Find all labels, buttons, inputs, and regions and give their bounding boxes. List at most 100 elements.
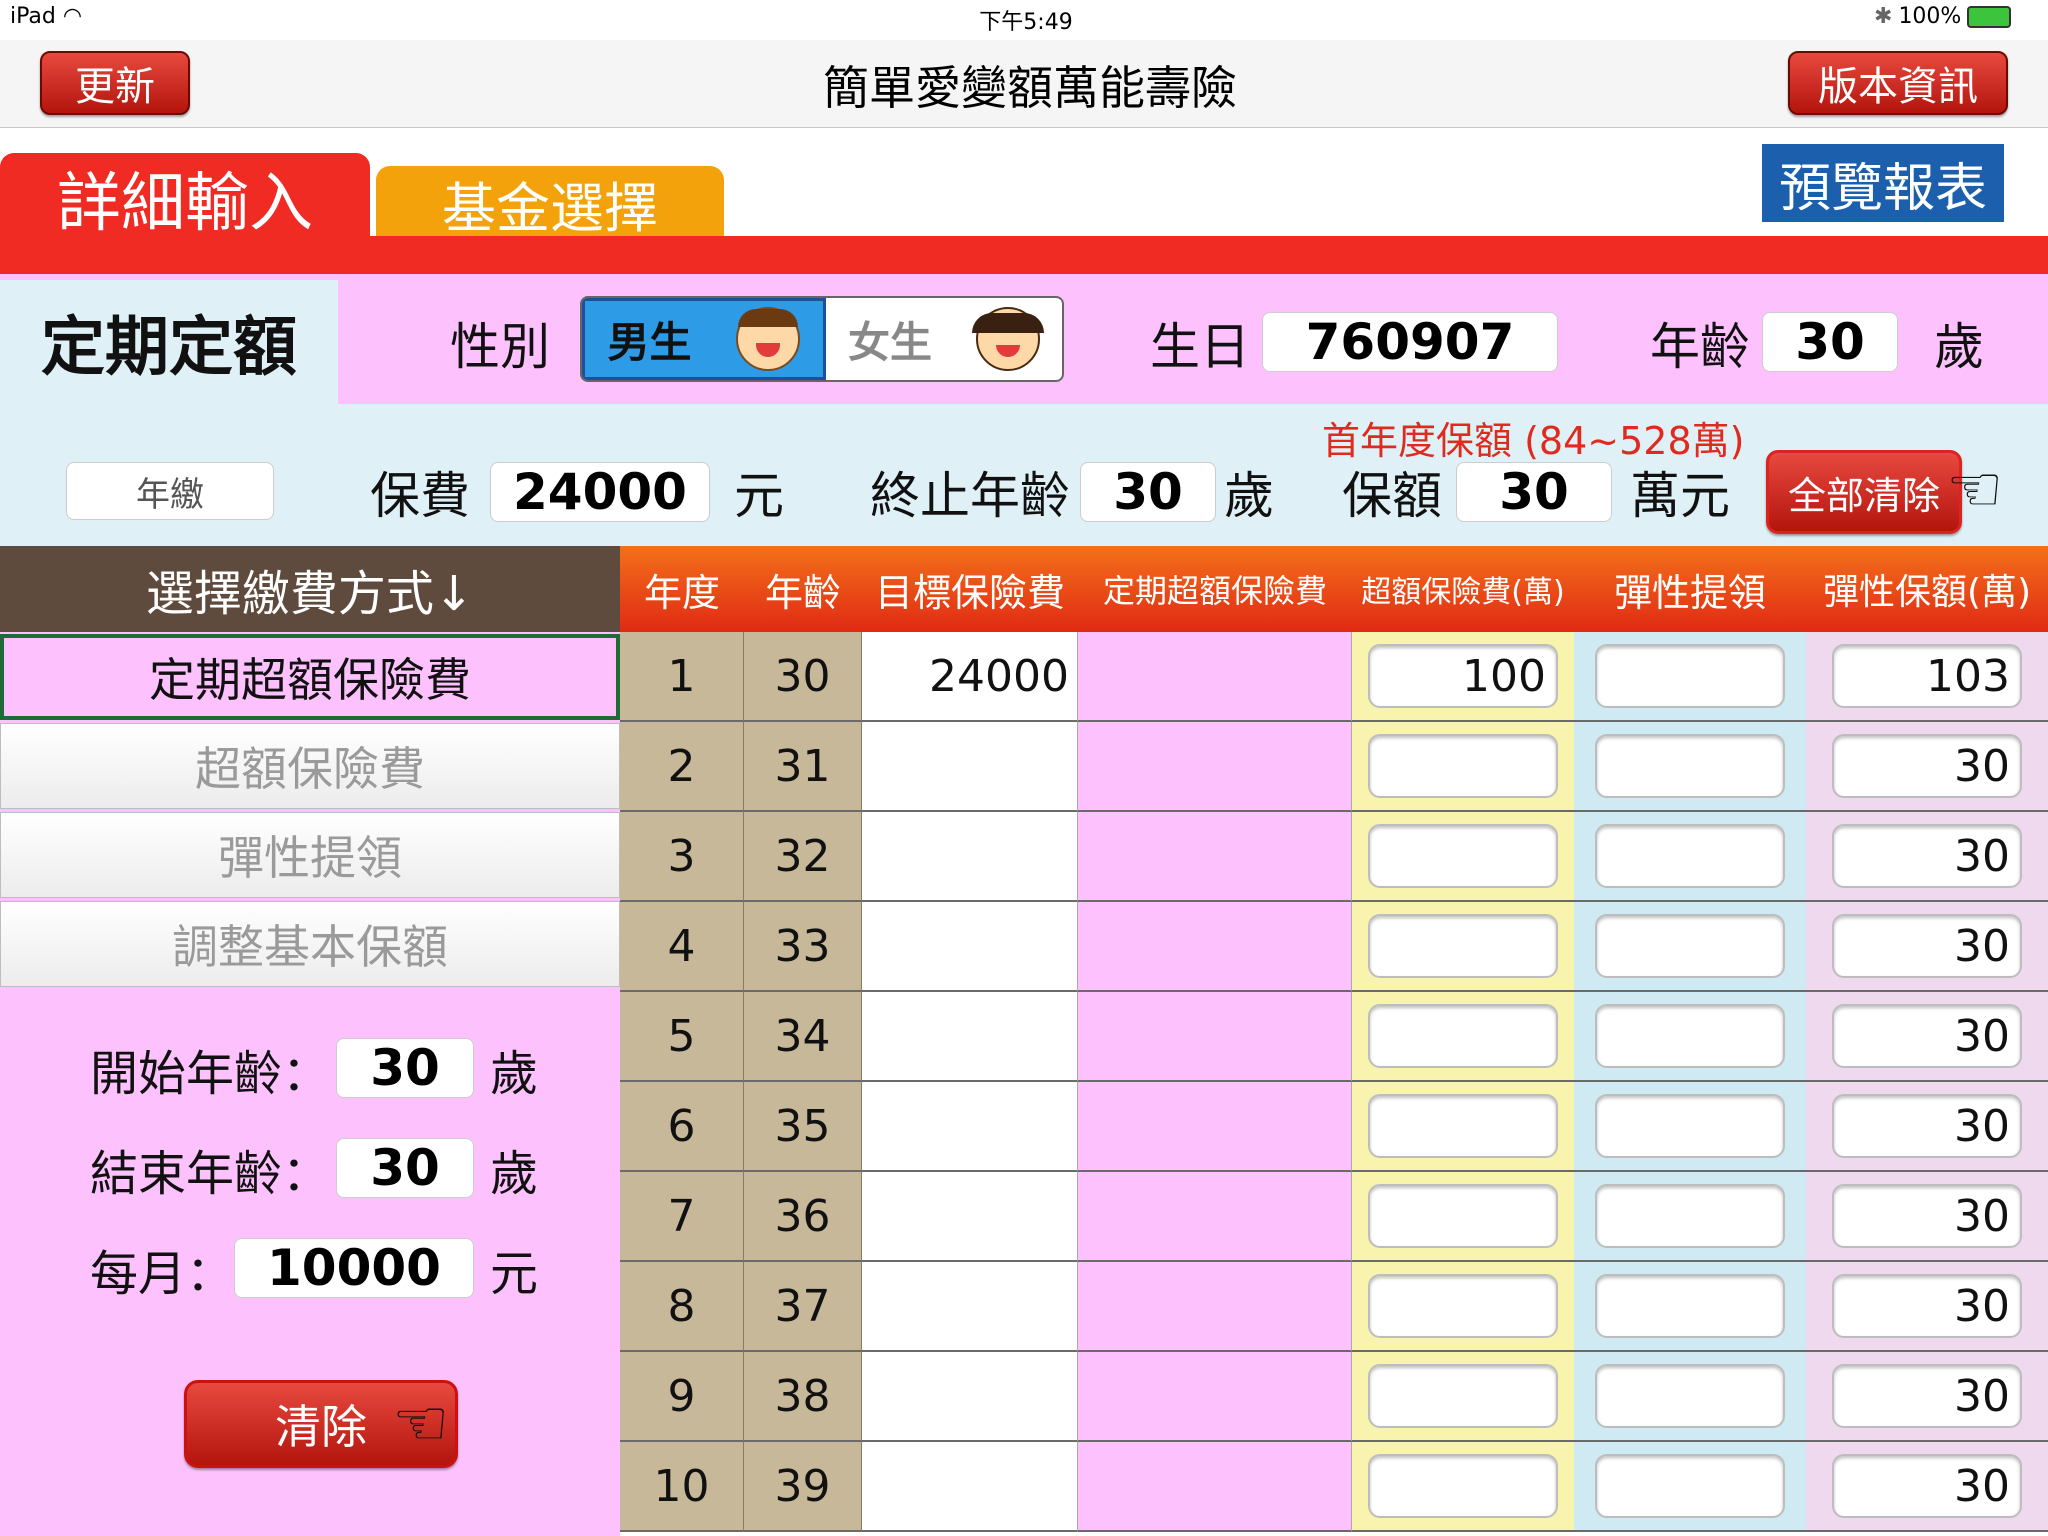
excess-premium-input[interactable]: 100: [1368, 644, 1558, 708]
target-premium-cell[interactable]: [862, 1172, 1078, 1262]
flex-withdraw-input[interactable]: [1595, 1274, 1785, 1338]
female-label: 女生: [847, 317, 932, 367]
start-age-field[interactable]: 30: [336, 1038, 474, 1098]
flex-coverage-input[interactable]: 30: [1832, 1184, 2022, 1248]
flex-withdraw-input[interactable]: [1595, 1364, 1785, 1428]
flex-coverage-input[interactable]: 30: [1832, 1454, 2022, 1518]
excess-premium-input[interactable]: [1368, 1094, 1558, 1158]
flex-withdraw-cell: [1574, 1172, 1806, 1262]
target-premium-cell[interactable]: [862, 1352, 1078, 1442]
birthday-field[interactable]: 760907: [1262, 312, 1558, 372]
age-unit: 歲: [1934, 318, 1984, 376]
excess-premium-input[interactable]: [1368, 1454, 1558, 1518]
payment-option-flex-withdraw[interactable]: 彈性提領: [0, 812, 620, 898]
coverage-field[interactable]: 30: [1456, 462, 1612, 522]
end-age-unit: 歲: [1224, 467, 1274, 525]
gender-segmented-control: 男生 女生: [580, 296, 1064, 382]
bluetooth-icon: ✱: [1874, 4, 1893, 29]
payment-option-excess[interactable]: 超額保險費: [0, 723, 620, 809]
start-age-label: 開始年齡：: [90, 1046, 331, 1102]
clear-all-button[interactable]: 全部清除: [1766, 450, 1962, 534]
flex-withdraw-input[interactable]: [1595, 1184, 1785, 1248]
end-age-field[interactable]: 30: [1080, 462, 1216, 522]
target-premium-cell[interactable]: [862, 992, 1078, 1082]
periodic-excess-cell[interactable]: [1078, 1352, 1352, 1442]
target-premium-cell[interactable]: 24000: [862, 632, 1078, 722]
pointing-hand-icon: ☜: [1946, 453, 2004, 527]
excess-premium-input[interactable]: [1368, 1274, 1558, 1338]
flex-coverage-input[interactable]: 30: [1832, 914, 2022, 978]
flex-coverage-cell: 30: [1806, 1352, 2048, 1442]
excess-premium-input[interactable]: [1368, 734, 1558, 798]
flex-coverage-cell: 30: [1806, 902, 2048, 992]
excess-premium-input[interactable]: [1368, 914, 1558, 978]
age-field[interactable]: 30: [1762, 312, 1898, 372]
periodic-excess-cell[interactable]: [1078, 1172, 1352, 1262]
flex-withdraw-cell: [1574, 902, 1806, 992]
periodic-excess-cell[interactable]: [1078, 902, 1352, 992]
excess-premium-cell: [1352, 1082, 1574, 1172]
tab-fund-select[interactable]: 基金選擇: [376, 166, 724, 240]
flex-withdraw-input[interactable]: [1595, 644, 1785, 708]
target-premium-cell[interactable]: [862, 1082, 1078, 1172]
coverage-label: 保額: [1342, 467, 1442, 525]
payment-option-periodic-excess[interactable]: 定期超額保險費: [0, 634, 620, 720]
periodic-excess-cell[interactable]: [1078, 632, 1352, 722]
flex-coverage-cell: 30: [1806, 1262, 2048, 1352]
col-target-premium: 目標保險費: [874, 570, 1065, 615]
age-cell: 34: [744, 992, 862, 1082]
monthly-field[interactable]: 10000: [234, 1238, 474, 1298]
premium-field[interactable]: 24000: [490, 462, 710, 522]
age-cell: 37: [744, 1262, 862, 1352]
flex-withdraw-cell: [1574, 1262, 1806, 1352]
age-cell: 32: [744, 812, 862, 902]
flex-coverage-input[interactable]: 30: [1832, 1274, 2022, 1338]
battery-percent: 100%: [1898, 4, 1962, 29]
periodic-excess-cell[interactable]: [1078, 1082, 1352, 1172]
payment-frequency-select[interactable]: 年繳: [66, 462, 274, 520]
flex-withdraw-input[interactable]: [1595, 824, 1785, 888]
table-body: 1 30 24000 100 103 2 31 30 3 32 30 4 33 30 5 34 30 6 35 30 7…: [620, 632, 2048, 1536]
refresh-button[interactable]: 更新: [40, 51, 190, 115]
tab-detail-input[interactable]: 詳細輸入: [0, 153, 370, 243]
target-premium-cell[interactable]: [862, 902, 1078, 992]
excess-premium-input[interactable]: [1368, 1184, 1558, 1248]
excess-premium-input[interactable]: [1368, 824, 1558, 888]
table-row: 2 31 30: [620, 722, 2048, 812]
target-premium-cell[interactable]: [862, 722, 1078, 812]
flex-coverage-input[interactable]: 30: [1832, 1094, 2022, 1158]
preview-report-button[interactable]: 預覽報表: [1762, 144, 2004, 222]
year-cell: 9: [620, 1352, 744, 1442]
periodic-excess-cell[interactable]: [1078, 812, 1352, 902]
gender-male-option[interactable]: 男生: [582, 298, 826, 380]
target-premium-cell[interactable]: [862, 812, 1078, 902]
periodic-excess-cell[interactable]: [1078, 1262, 1352, 1352]
end-age-range-field[interactable]: 30: [336, 1138, 474, 1198]
age-cell: 33: [744, 902, 862, 992]
age-label: 年齡: [1650, 318, 1750, 376]
gender-female-option[interactable]: 女生: [826, 298, 1062, 380]
flex-withdraw-input[interactable]: [1595, 914, 1785, 978]
periodic-excess-cell[interactable]: [1078, 992, 1352, 1082]
flex-coverage-input[interactable]: 30: [1832, 1004, 2022, 1068]
excess-premium-input[interactable]: [1368, 1364, 1558, 1428]
target-premium-cell[interactable]: [862, 1262, 1078, 1352]
flex-withdraw-input[interactable]: [1595, 734, 1785, 798]
excess-premium-cell: [1352, 722, 1574, 812]
version-info-button[interactable]: 版本資訊: [1788, 51, 2008, 115]
flex-withdraw-input[interactable]: [1595, 1004, 1785, 1068]
periodic-excess-cell[interactable]: [1078, 722, 1352, 812]
pointing-hand-icon-2: ☜: [392, 1387, 450, 1461]
payment-option-adjust-coverage[interactable]: 調整基本保額: [0, 901, 620, 987]
flex-coverage-input[interactable]: 30: [1832, 824, 2022, 888]
excess-premium-input[interactable]: [1368, 1004, 1558, 1068]
target-premium-cell[interactable]: [862, 1442, 1078, 1532]
flex-withdraw-input[interactable]: [1595, 1094, 1785, 1158]
periodic-excess-cell[interactable]: [1078, 1442, 1352, 1532]
flex-coverage-input[interactable]: 30: [1832, 1364, 2022, 1428]
flex-coverage-input[interactable]: 30: [1832, 734, 2022, 798]
flex-coverage-cell: 30: [1806, 722, 2048, 812]
flex-withdraw-input[interactable]: [1595, 1454, 1785, 1518]
year-cell: 3: [620, 812, 744, 902]
flex-coverage-input[interactable]: 103: [1832, 644, 2022, 708]
